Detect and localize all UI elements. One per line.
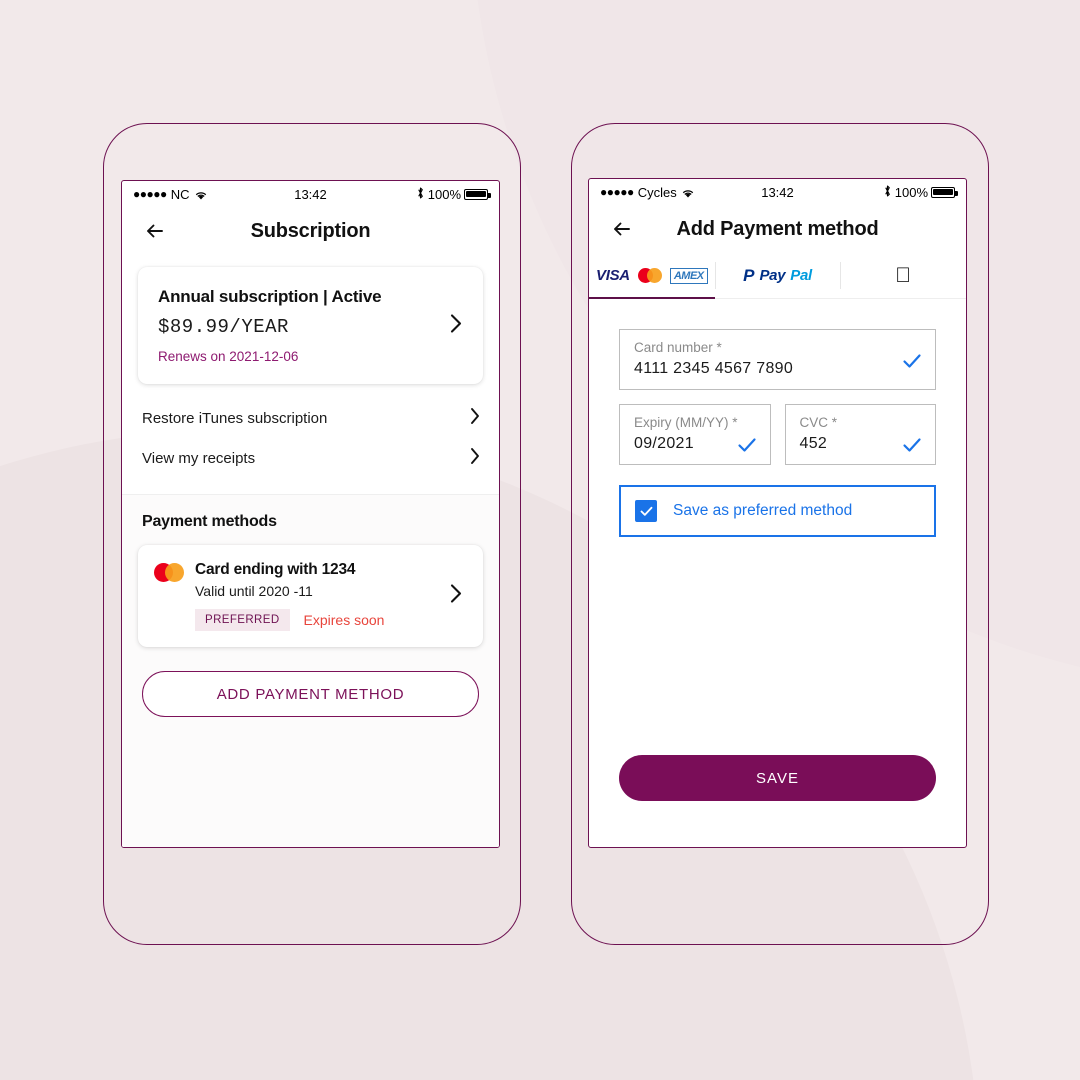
wifi-icon [194,189,208,200]
battery-icon [931,186,958,198]
screenshot-canvas: ●●●●● NC 13:42 100% Subscription Annual … [0,0,1080,1080]
save-preferred-checkbox-row[interactable]: Save as preferred method [619,485,936,537]
subscription-body: Annual subscription | Active $89.99/YEAR… [122,255,499,847]
chevron-right-icon [469,406,481,430]
list-item-label: View my receipts [142,449,256,467]
nav-bar-left: Subscription [122,207,499,255]
paypal-mark: P [743,265,755,285]
card-number-label: Card number * [634,340,722,355]
back-arrow-icon[interactable] [609,216,635,242]
check-icon [736,434,756,454]
cvc-label: CVC * [799,415,838,430]
status-bar-left: ●●●●● NC 13:42 100% [122,181,499,207]
amex-icon: AMEX [669,267,708,284]
expiry-label: Expiry (MM/YY) * [634,415,738,430]
save-preferred-label: Save as preferred method [673,502,853,519]
subscription-title: Annual subscription | Active [158,287,382,306]
chevron-right-icon [449,312,463,339]
check-icon [901,350,921,370]
battery-icon [464,188,491,200]
subscription-card[interactable]: Annual subscription | Active $89.99/YEAR… [138,267,483,384]
carrier-label: NC [170,186,190,202]
mastercard-icon [154,563,184,582]
page-title: Subscription [250,219,371,242]
mastercard-icon [637,268,662,283]
apple-icon:  [895,265,911,286]
checkbox-checked-icon[interactable] [635,500,657,522]
saved-card-name: Card ending with 1234 [195,561,356,578]
expiry-cvc-row: Expiry (MM/YY) * 09/2021 CVC * 452 [619,404,936,465]
subscription-price: $89.99/YEAR [158,316,289,338]
payment-type-tabs: VISA AMEX P Pay Pal  [589,253,966,299]
back-arrow-icon[interactable] [142,218,168,244]
battery-percent-label: 100% [894,184,928,200]
subscription-links: Restore iTunes subscription View my rece… [122,398,499,478]
card-number-value: 4111 2345 4567 7890 [634,360,794,377]
card-number-field[interactable]: Card number * 4111 2345 4567 7890 [619,329,936,390]
paypal-icon: P Pay Pal [743,266,812,286]
visa-icon: VISA [596,267,630,284]
bluetooth-icon [416,186,425,203]
tab-paypal[interactable]: P Pay Pal [714,253,841,298]
saved-card-row[interactable]: Card ending with 1234 Valid until 2020 -… [138,545,483,647]
expiry-field[interactable]: Expiry (MM/YY) * 09/2021 [619,404,771,465]
saved-card-texts: Card ending with 1234 Valid until 2020 -… [195,561,356,599]
form-spacer [619,537,936,755]
status-bar-right-group: 100% [416,186,491,203]
section-title-payment-methods: Payment methods [142,513,277,530]
battery-percent-label: 100% [427,186,461,202]
status-warning-expires: Expires soon [303,612,385,628]
signal-dots-icon: ●●●●● [133,187,167,201]
tab-apple-pay[interactable]:  [840,253,966,298]
add-payment-method-button[interactable]: ADD PAYMENT METHOD [142,671,479,717]
screen-subscription: ●●●●● NC 13:42 100% Subscription Annual … [121,180,500,848]
screen-add-payment-method: ●●●●● Cycles 13:42 100% Add Payment meth… [588,178,967,848]
list-item-view-receipts[interactable]: View my receipts [122,438,499,478]
chevron-right-icon [449,583,463,610]
paypal-word-pal: Pal [790,267,812,284]
check-icon [901,434,921,454]
bluetooth-icon [883,184,892,201]
status-badge-preferred: PREFERRED [195,609,290,631]
subscription-renewal-date: Renews on 2021-12-06 [158,349,299,364]
saved-card-main: Card ending with 1234 Valid until 2020 -… [154,561,465,599]
list-item-label: Restore iTunes subscription [142,409,328,427]
status-bar-left-group: ●●●●● Cycles [600,185,695,200]
tab-credit-cards[interactable]: VISA AMEX [589,253,715,299]
status-bar-right-group: 100% [883,184,958,201]
saved-card-validity: Valid until 2020 -11 [195,583,313,599]
saved-card-tags: PREFERRED Expires soon [154,609,465,631]
paypal-word-pay: Pay [759,267,786,284]
status-bar-right: ●●●●● Cycles 13:42 100% [589,179,966,205]
page-title: Add Payment method [676,217,879,240]
payment-methods-section: Payment methods Card ending with 1234 Va… [122,495,499,847]
chevron-right-icon [469,446,481,470]
wifi-icon [681,187,695,198]
status-bar-left-group: ●●●●● NC [133,187,208,202]
nav-bar-right: Add Payment method [589,205,966,253]
cvc-field[interactable]: CVC * 452 [784,404,936,465]
list-item-restore-itunes[interactable]: Restore iTunes subscription [122,398,499,438]
card-form: Card number * 4111 2345 4567 7890 Expiry… [589,299,966,755]
signal-dots-icon: ●●●●● [600,185,634,199]
carrier-label: Cycles [637,184,677,200]
save-button[interactable]: SAVE [619,755,936,801]
